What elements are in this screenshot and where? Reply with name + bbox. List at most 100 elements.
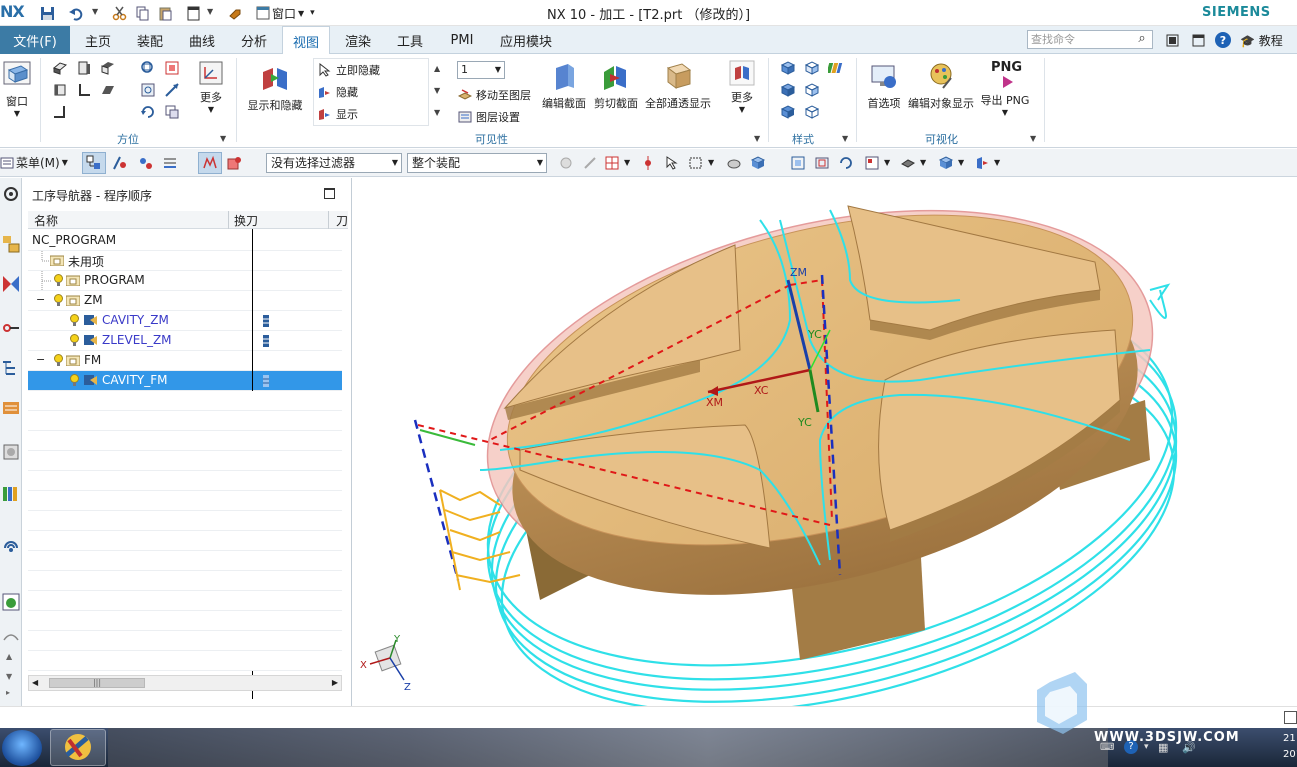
tutorial-button[interactable]: 🎓 教程 [1240,32,1283,49]
group-expand-icon[interactable]: ▼ [754,134,760,143]
point-constructor-icon[interactable] [582,155,598,171]
select-all-icon[interactable] [726,155,742,171]
visibility-more-button[interactable]: 更多 ▼ [726,60,758,114]
assembly-navigator-icon[interactable] [1,234,21,254]
tab-assembly[interactable]: 装配 [130,26,170,54]
reuse-library-icon[interactable] [1,484,21,504]
tree-row-zlevel-zm[interactable]: ZLEVEL_ZM ✔ [28,331,367,351]
restore-view-icon[interactable] [164,104,180,120]
quick-pick-icon[interactable] [664,155,680,171]
tree-row-fm[interactable]: − FM [28,351,342,371]
paste-icon[interactable] [156,4,174,22]
export-png-button[interactable]: PNG 导出 PNG ▼ [980,60,1030,117]
help-icon[interactable]: ? [1215,32,1231,48]
web-browser-icon[interactable] [1,592,21,612]
machine-tool-navigator-icon[interactable] [1,398,21,418]
gallery-expand-icon[interactable]: ▼ [434,108,440,117]
selection-scope-icon[interactable] [604,155,620,171]
move-to-layer-button[interactable]: 移动至图层 [458,87,531,103]
part-navigator-icon[interactable] [1,318,21,338]
gallery-down-icon[interactable]: ▼ [434,86,440,95]
new-sheet-icon[interactable] [184,4,202,22]
tree-row-program[interactable]: PROGRAM [28,271,342,291]
menu-button[interactable]: 菜单(M) ▼ [0,154,68,171]
shaded-icon[interactable] [804,60,820,76]
tab-application[interactable]: 应用模块 [494,26,558,54]
operation-navigator-icon[interactable] [1,358,21,378]
bottom-view-icon[interactable] [76,82,92,98]
maximize-icon[interactable] [324,188,335,199]
gallery-up-icon[interactable]: ▲ [434,64,440,73]
front-view-icon[interactable] [76,60,92,76]
selection-scope-select[interactable]: 整个装配 ▼ [407,153,547,173]
chevron-down-icon[interactable]: ▼ [708,158,714,167]
deselect-all-icon[interactable] [750,155,766,171]
column-tool-change[interactable]: 换刀 [234,212,258,229]
edit-section-button[interactable]: 编辑截面 [539,60,589,111]
render-style-icon[interactable] [900,155,916,171]
work-layer-select[interactable]: 1 ▼ [457,61,505,79]
snap-point-icon[interactable] [558,155,574,171]
method-view-icon[interactable] [162,155,178,171]
chevron-down-icon[interactable]: ▼ [624,158,630,167]
hide-button[interactable]: 隐藏 [318,84,358,100]
face-analysis-icon[interactable] [780,104,796,120]
tab-home[interactable]: 主页 [78,26,118,54]
search-icon[interactable]: ⌕ [1133,31,1151,48]
studio-icon[interactable] [828,60,844,76]
shaded-with-edges-icon[interactable] [780,60,796,76]
window-button[interactable]: 窗口 ▼ [0,58,34,118]
resource-more-icon[interactable]: ▸ [6,688,10,697]
pass-through-button[interactable]: 全部通透显示 [643,60,713,111]
tree-row-zm[interactable]: − ZM [28,291,342,311]
right-view-icon[interactable] [100,60,116,76]
preferences-button[interactable]: 首选项 [864,60,904,111]
cut-icon[interactable] [110,4,128,22]
collapse-icon[interactable]: − [36,353,45,366]
group-expand-icon[interactable]: ▼ [842,134,848,143]
show-and-hide-button[interactable]: 显示和隐藏 [244,62,306,113]
hd3d-tools-icon[interactable] [1,538,21,558]
geometry-view-icon[interactable] [138,155,154,171]
model-canvas[interactable]: ZM YC XM XC YC Y X Z [353,178,1297,713]
rectangle-select-icon[interactable] [688,155,704,171]
undo-icon[interactable] [66,4,84,22]
chevron-down-icon[interactable]: ▼ [884,158,890,167]
start-button[interactable] [2,730,42,766]
repeat-command-icon[interactable] [226,4,244,22]
group-expand-icon[interactable]: ▼ [220,134,226,143]
window-menu-button[interactable]: 窗口 ▼ ▾ [256,4,315,22]
customize-quick-access-icon[interactable]: ▾ [310,8,315,18]
orient-view-icon[interactable] [864,155,880,171]
gear-icon[interactable] [1,184,21,204]
sheet-dropdown-icon[interactable]: ▼ [207,7,213,16]
clip-section-button[interactable]: 剪切截面 [591,60,641,111]
pan-icon[interactable] [164,82,180,98]
back-view-icon[interactable] [52,82,68,98]
tab-tools[interactable]: 工具 [390,26,430,54]
fit-icon[interactable] [140,60,156,76]
save-icon[interactable] [38,4,56,22]
zoom-view-icon[interactable] [814,155,830,171]
left-view-icon[interactable] [100,82,116,98]
static-wireframe-icon[interactable] [804,82,820,98]
horizontal-scrollbar[interactable]: ◀ ||| ▶ [28,675,342,691]
fit-view-icon[interactable] [790,155,806,171]
tab-pmi[interactable]: PMI [442,26,482,54]
scroll-left-icon[interactable]: ◀ [32,678,38,687]
tree-row-root[interactable]: NC_PROGRAM [28,231,342,251]
tree-row-cavity-zm[interactable]: CAVITY_ZM ✔ [28,311,367,331]
copy-icon[interactable] [133,4,151,22]
snap-icon[interactable] [640,155,656,171]
chevron-down-icon[interactable]: ▼ [920,158,926,167]
tab-view[interactable]: 视图 [282,26,330,55]
wireframe-icon[interactable] [780,82,796,98]
tree-row-cavity-fm[interactable]: CAVITY_FM [28,371,342,391]
show-button[interactable]: 显示 [318,106,358,122]
zoom-icon[interactable] [140,82,156,98]
machining-feature-navigator-icon[interactable] [1,442,21,462]
immediate-hide-button[interactable]: 立即隐藏 [318,62,380,78]
rotate-icon[interactable] [140,104,156,120]
isometric-view-icon[interactable] [52,104,68,120]
scrollbar-thumb[interactable]: ||| [49,678,145,688]
